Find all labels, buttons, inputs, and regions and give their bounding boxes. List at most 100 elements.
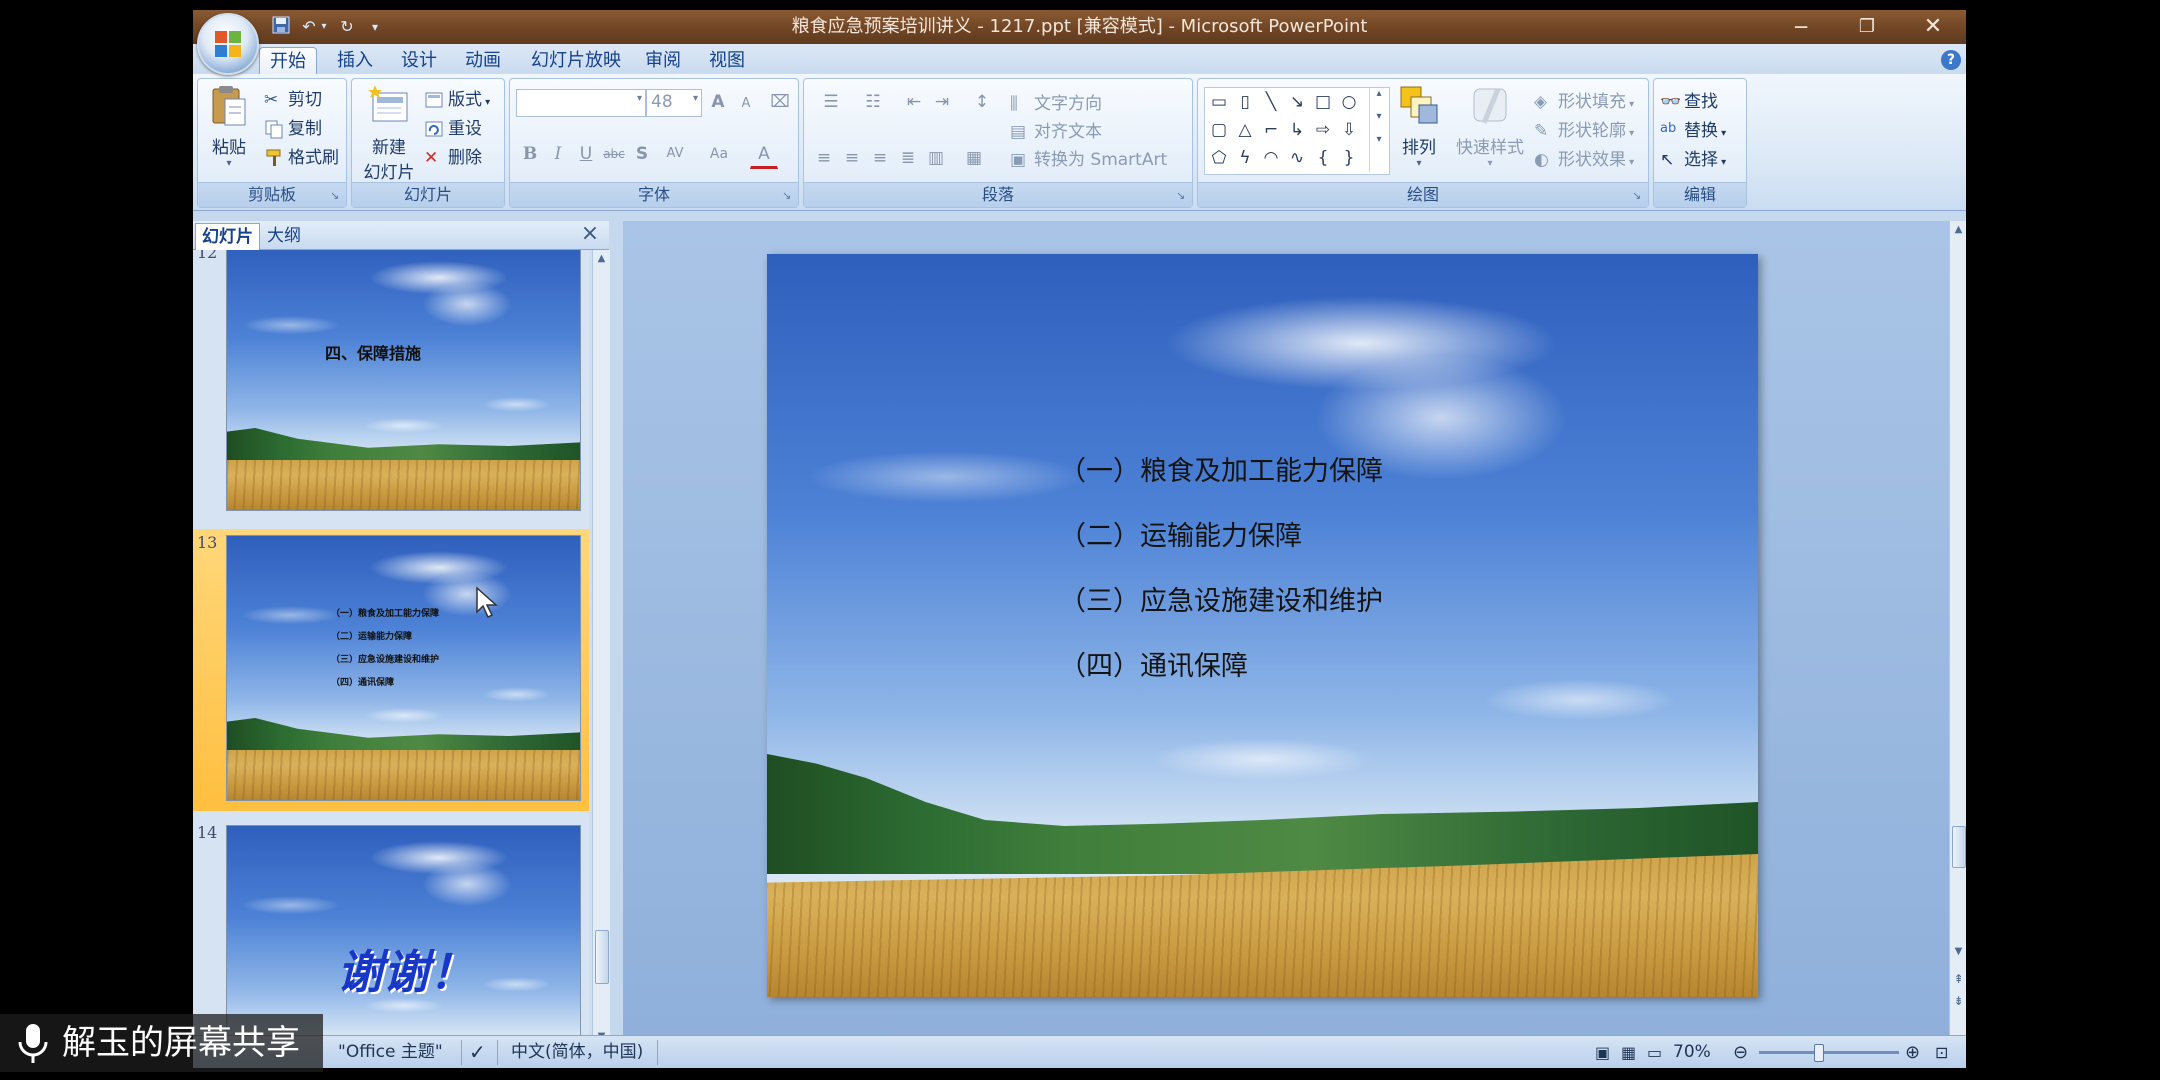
increase-indent-icon[interactable]: ⇥ — [928, 89, 956, 115]
shrink-font-button[interactable]: A — [732, 91, 760, 117]
arrange-button[interactable]: 排列 ▾ — [1394, 83, 1444, 169]
slide-sorter-view-icon[interactable]: ▦ — [1621, 1036, 1636, 1068]
redo-icon[interactable]: ↻ — [335, 15, 359, 39]
zoom-in-icon[interactable]: ⊕ — [1905, 1036, 1920, 1068]
line-shape-icon[interactable]: ╲ — [1259, 90, 1283, 114]
copy-button[interactable]: 复制 — [264, 114, 322, 139]
bold-button[interactable]: B — [516, 141, 544, 167]
zoom-slider[interactable] — [1759, 1051, 1899, 1054]
right-arrow-shape-icon[interactable]: ⇨ — [1311, 118, 1335, 142]
grow-font-button[interactable]: A — [704, 89, 732, 115]
slide-thumbnail-12[interactable]: 12 四、保障措施 — [193, 250, 589, 521]
shape-fill-button[interactable]: ◈ 形状填充 ▾ — [1534, 87, 1634, 112]
font-color-button[interactable]: A — [750, 141, 778, 169]
help-icon[interactable]: ? — [1941, 50, 1961, 70]
spell-check-icon[interactable]: ✓ — [469, 1036, 486, 1068]
shapes-gallery-scroll[interactable]: ▴ ▾ ▾ — [1369, 88, 1388, 172]
save-icon[interactable] — [269, 15, 293, 39]
tab-insert[interactable]: 插入 — [327, 47, 383, 74]
quick-styles-button[interactable]: 快速样式 ▾ — [1450, 83, 1530, 169]
align-left-icon[interactable]: ≡ — [810, 145, 838, 171]
font-size-combo[interactable]: 48 ▾ — [646, 89, 702, 117]
scroll-down-icon[interactable]: ▼ — [1950, 943, 1966, 960]
new-slide-button[interactable]: 新建 幻灯片 — [356, 83, 422, 183]
tab-home[interactable]: 开始 — [259, 47, 317, 75]
slide-text-line[interactable]: （三）应急设施建设和维护 — [1059, 579, 1383, 618]
underline-button[interactable]: U — [572, 141, 600, 167]
customize-qat-icon[interactable]: ▾ — [363, 15, 387, 39]
office-button[interactable] — [197, 13, 259, 75]
slide-text-line[interactable]: （四）通讯保障 — [1059, 644, 1248, 683]
cut-button[interactable]: ✂ 剪切 — [264, 85, 322, 110]
thumbnail-scrollbar[interactable]: ▲ ▼ — [592, 250, 610, 1045]
triangle-shape-icon[interactable]: △ — [1233, 118, 1257, 142]
curve-shape-icon[interactable]: ∿ — [1285, 146, 1309, 170]
clear-formatting-icon[interactable]: ⌧ — [766, 89, 794, 115]
tab-view[interactable]: 视图 — [699, 47, 755, 74]
close-icon[interactable]: × — [579, 223, 601, 245]
rectangle-shape-icon[interactable]: □ — [1311, 90, 1335, 114]
arrow-shape-icon[interactable]: ↘ — [1285, 90, 1309, 114]
restore-button[interactable]: ❐ — [1834, 10, 1900, 44]
vertical-text-box-shape-icon[interactable]: ▯ — [1233, 90, 1257, 114]
tab-slide-show[interactable]: 幻灯片放映 — [521, 47, 631, 74]
align-right-icon[interactable]: ≡ — [866, 145, 894, 171]
text-direction-button[interactable]: ⫼ 文字方向 — [1010, 89, 1102, 114]
select-button[interactable]: ↖ 选择 ▾ — [1660, 145, 1726, 170]
convert-smartart-button[interactable]: ▣ 转换为 SmartArt — [1010, 145, 1167, 170]
find-button[interactable]: 👓 查找 — [1660, 87, 1718, 112]
previous-slide-icon[interactable]: ⇞ — [1950, 971, 1966, 988]
undo-dropdown-icon[interactable]: ▾ — [317, 15, 331, 39]
arc-shape-icon[interactable]: ◠ — [1259, 146, 1283, 170]
slide-scrollbar[interactable]: ▲ ▼ ⇞ ⇟ — [1949, 221, 1966, 1045]
freeform-shape-icon[interactable]: ⬠ — [1207, 146, 1231, 170]
character-spacing-button[interactable]: AV — [656, 141, 694, 167]
slide-thumbnail-13[interactable]: 13 （一）粮食及加工能力保障 （二）运输能力保障 （三）应急设施建设和维护 （… — [193, 529, 589, 811]
right-brace-shape-icon[interactable]: } — [1337, 146, 1361, 170]
distributed-icon[interactable]: ▥ — [922, 145, 950, 171]
tab-animations[interactable]: 动画 — [455, 47, 511, 74]
tab-review[interactable]: 审阅 — [635, 47, 691, 74]
paste-dropdown-icon[interactable]: ▾ — [204, 158, 254, 169]
slide-show-view-icon[interactable]: ▭ — [1647, 1036, 1662, 1068]
decrease-indent-icon[interactable]: ⇤ — [900, 89, 928, 115]
align-center-icon[interactable]: ≡ — [838, 145, 866, 171]
lightning-shape-icon[interactable]: ϟ — [1233, 146, 1257, 170]
slide-text-line[interactable]: （一）粮食及加工能力保障 — [1059, 449, 1383, 488]
minimize-button[interactable]: ─ — [1768, 10, 1834, 44]
columns-icon[interactable]: ▦ — [954, 145, 994, 171]
font-name-combo[interactable]: ▾ — [516, 89, 646, 117]
zoom-level[interactable]: 70% — [1673, 1036, 1711, 1068]
fit-to-window-icon[interactable]: ⊡ — [1935, 1036, 1948, 1068]
slide-text-line[interactable]: （二）运输能力保障 — [1059, 514, 1302, 553]
next-slide-icon[interactable]: ⇟ — [1950, 993, 1966, 1010]
tab-slides[interactable]: 幻灯片 — [195, 223, 260, 250]
numbering-icon[interactable]: ☷ — [852, 89, 894, 115]
text-box-shape-icon[interactable]: ▭ — [1207, 90, 1231, 114]
replace-button[interactable]: ab 替换 ▾ — [1660, 116, 1726, 141]
strikethrough-button[interactable]: abc — [600, 141, 628, 167]
scroll-up-icon[interactable]: ▲ — [593, 250, 610, 267]
oval-shape-icon[interactable]: ○ — [1337, 90, 1361, 114]
dialog-launcher-icon[interactable]: ↘ — [1176, 190, 1188, 202]
line-spacing-icon[interactable]: ↕ — [962, 89, 1002, 115]
normal-view-icon[interactable]: ▣ — [1595, 1036, 1610, 1068]
zoom-out-icon[interactable]: ⊖ — [1733, 1036, 1748, 1068]
format-painter-button[interactable]: 格式刷 — [264, 143, 339, 168]
align-text-button[interactable]: ▤ 对齐文本 — [1010, 117, 1102, 142]
shapes-gallery[interactable]: ▭ ▯ ╲ ↘ □ ○ ▢ △ ⌐ ↳ ⇨ ⇩ ⬠ ϟ ◠ ∿ { } ▴ ▾ ▾ — [1204, 87, 1390, 175]
tab-outline[interactable]: 大纲 — [261, 223, 307, 249]
paste-button[interactable]: 粘贴 ▾ — [204, 83, 254, 169]
delete-slide-button[interactable]: ✕ 删除 — [424, 143, 482, 168]
layout-button[interactable]: 版式 ▾ — [424, 85, 490, 110]
rounded-rectangle-shape-icon[interactable]: ▢ — [1207, 118, 1231, 142]
shape-effects-button[interactable]: ◐ 形状效果 ▾ — [1534, 145, 1634, 170]
theme-name[interactable]: "Office 主题" — [338, 1036, 443, 1068]
slide-thumbnail-14[interactable]: 14 谢谢！ — [193, 819, 589, 1045]
reset-button[interactable]: 重设 — [424, 114, 482, 139]
dialog-launcher-icon[interactable]: ↘ — [1632, 190, 1644, 202]
justify-icon[interactable]: ≣ — [894, 145, 922, 171]
change-case-button[interactable]: Aa — [700, 141, 738, 167]
elbow-connector-shape-icon[interactable]: ⌐ — [1259, 118, 1283, 142]
left-brace-shape-icon[interactable]: { — [1311, 146, 1335, 170]
